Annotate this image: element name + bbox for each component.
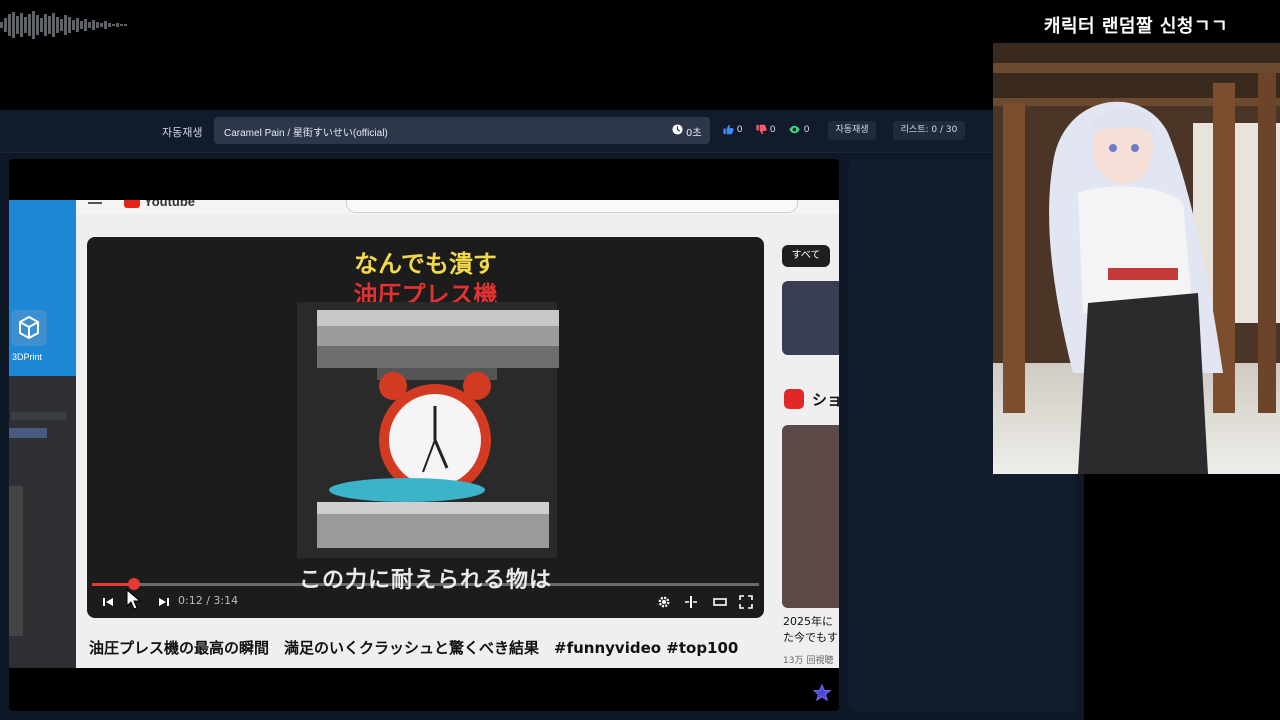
shorts-thumbnail[interactable] xyxy=(782,425,839,608)
fullscreen-icon[interactable] xyxy=(739,595,753,609)
theater-mode-icon[interactable] xyxy=(713,595,727,609)
likes-count: 0 xyxy=(737,124,743,135)
recommended-title[interactable]: 2025年に た今でもす xyxy=(783,614,838,646)
recommended-views: 13万 回視聴 xyxy=(783,656,834,666)
settings-gear-icon[interactable] xyxy=(657,595,671,609)
shorts-icon xyxy=(784,389,804,409)
chip-all[interactable]: すべて xyxy=(782,245,830,267)
next-icon[interactable] xyxy=(157,595,171,609)
previous-icon[interactable] xyxy=(101,595,115,609)
recommended-title-line2: た今でもす xyxy=(783,631,838,644)
menu-icon[interactable] xyxy=(88,202,102,204)
recommended-thumbnail[interactable] xyxy=(782,281,839,355)
3dprint-app-icon[interactable] xyxy=(11,310,47,346)
thumbs-down-icon[interactable] xyxy=(756,124,767,135)
now-playing-title: Caramel Pain / 星街すいせい(official) xyxy=(224,128,388,139)
app-sidebar: 3DPrint xyxy=(9,200,76,376)
autoplay-button[interactable]: 자동재생 xyxy=(828,121,876,140)
mouse-cursor-icon xyxy=(126,589,142,610)
time-display: 0:12 / 3:14 xyxy=(178,594,238,607)
editor-tab xyxy=(9,428,47,438)
video-subtitle: この力に耐えられる物は xyxy=(298,568,552,593)
overlay-title: 캐릭터 랜덤짤 신청ㄱㄱ xyxy=(1043,16,1229,37)
editor-panel xyxy=(9,376,76,668)
progress-bar[interactable] xyxy=(92,583,759,586)
shorts-label: ショ xyxy=(812,391,843,409)
cube-icon xyxy=(19,315,39,340)
search-input[interactable] xyxy=(346,200,798,213)
video-caption-line1: なんでも潰す xyxy=(354,250,497,278)
editor-object xyxy=(9,486,23,636)
editor-toolbar xyxy=(11,412,66,420)
thumbs-up-icon[interactable] xyxy=(723,124,734,135)
time-total: 3:14 xyxy=(213,594,239,607)
hydraulic-press-image xyxy=(297,302,559,558)
character-illustration xyxy=(993,43,1280,474)
timer-text: 0초 xyxy=(686,128,702,139)
audio-waveform xyxy=(0,11,127,39)
youtube-logo-icon[interactable] xyxy=(124,200,140,208)
3dprint-app-label: 3DPrint xyxy=(12,352,43,362)
star-icon[interactable] xyxy=(813,684,831,702)
recommended-title-line1: 2025年に xyxy=(783,615,833,628)
autoplay-label: 자동재생 xyxy=(162,126,203,139)
playlist-count-button[interactable]: 리스트: 0 / 30 xyxy=(893,121,965,140)
eye-icon xyxy=(789,125,800,134)
youtube-logo-text: Youtube xyxy=(144,200,196,209)
ambient-mode-icon[interactable] xyxy=(684,595,698,609)
browser-topbar: Youtube xyxy=(76,200,839,214)
clock-icon xyxy=(672,124,683,135)
youtube-video-title[interactable]: 油圧プレス機の最高の瞬間 満足のいくクラッシュと驚くべき結果 #funnyvid… xyxy=(89,637,738,658)
dislikes-count: 0 xyxy=(770,124,776,135)
time-current: 0:12 xyxy=(178,594,203,607)
video-player[interactable]: なんでも潰す 油圧プレス機 この力に耐えられる物は 0:12 / 3:14 xyxy=(87,237,764,618)
views-count: 0 xyxy=(804,124,810,135)
